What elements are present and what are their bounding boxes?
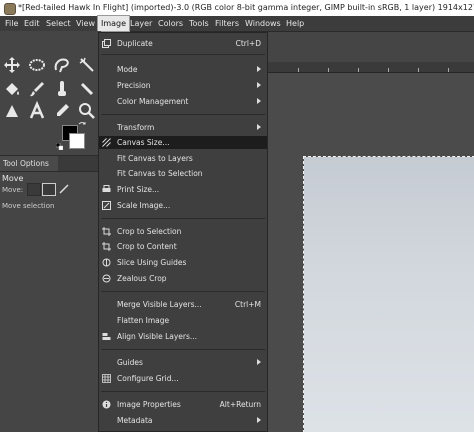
menu-separator: [101, 218, 265, 219]
move-selection-mode-icon[interactable]: [42, 183, 56, 196]
menu-item-color-management[interactable]: Color Management: [99, 95, 267, 108]
crop-icon: [102, 227, 111, 236]
menu-item-canvas-size[interactable]: Canvas Size...: [99, 136, 267, 149]
menu-filters[interactable]: Filters: [212, 16, 242, 31]
menu-item-print-size[interactable]: Print Size...: [99, 183, 267, 196]
menu-image[interactable]: Image: [96, 15, 131, 32]
image-canvas[interactable]: [303, 156, 474, 432]
gimp-logo-icon: [4, 3, 16, 15]
grid-icon: [102, 374, 111, 383]
menu-separator: [101, 54, 265, 55]
menu-windows[interactable]: Windows: [242, 16, 284, 31]
menu-view[interactable]: View: [73, 16, 98, 31]
smudge-icon[interactable]: [52, 79, 72, 99]
menu-item-mode[interactable]: Mode: [99, 63, 267, 76]
menu-item-metadata[interactable]: Metadata: [99, 414, 267, 427]
zealous-crop-icon: [102, 274, 111, 283]
menu-item-merge-visible-layers[interactable]: Merge Visible Layers... Ctrl+M: [99, 298, 267, 311]
menu-item-duplicate[interactable]: Duplicate Ctrl+D: [99, 37, 267, 50]
ellipse-select-icon[interactable]: [27, 55, 47, 75]
color-picker-icon[interactable]: [52, 101, 72, 121]
move-selection-label: Move selection: [2, 202, 55, 210]
menu-colors[interactable]: Colors: [155, 16, 186, 31]
menu-item-zealous-crop[interactable]: Zealous Crop: [99, 272, 267, 285]
scale-icon: [102, 201, 111, 210]
image-menu-dropdown: Duplicate Ctrl+D Mode Precision Color Ma…: [98, 32, 268, 432]
clone-icon[interactable]: [77, 79, 97, 99]
menu-edit[interactable]: Edit: [21, 16, 43, 31]
background-color-swatch[interactable]: [69, 133, 85, 149]
paintbrush-icon[interactable]: [27, 79, 47, 99]
title-bar: *[Red-tailed Hawk In Flight] (imported)-…: [0, 0, 474, 16]
menu-item-transform[interactable]: Transform: [99, 121, 267, 134]
menu-separator: [101, 391, 265, 392]
slice-icon: [102, 258, 111, 267]
menu-item-configure-grid[interactable]: Configure Grid...: [99, 372, 267, 385]
menu-bar: File Edit Select View Image Layer Colors…: [0, 15, 474, 32]
menu-item-flatten-image[interactable]: Flatten Image: [99, 314, 267, 327]
zoom-tool-icon[interactable]: [77, 101, 97, 121]
reset-colors-icon[interactable]: [56, 143, 63, 150]
window-title: *[Red-tailed Hawk In Flight] (imported)-…: [18, 3, 474, 12]
text-tool-icon[interactable]: [27, 101, 47, 121]
canvas-size-icon: [102, 138, 111, 147]
menu-help[interactable]: Help: [283, 16, 307, 31]
fuzzy-select-icon[interactable]: [77, 55, 97, 75]
info-icon: [102, 400, 111, 409]
free-select-icon[interactable]: [52, 55, 72, 75]
menu-separator: [101, 114, 265, 115]
tab-tool-options[interactable]: Tool Options: [0, 156, 58, 171]
dock-tab-bar: Tool Options: [0, 155, 101, 172]
path-tool-icon[interactable]: [2, 101, 22, 121]
submenu-arrow-icon: [257, 66, 261, 72]
menu-item-image-properties[interactable]: Image Properties Alt+Return: [99, 398, 267, 411]
menu-item-slice-using-guides[interactable]: Slice Using Guides: [99, 256, 267, 269]
menu-item-scale-image[interactable]: Scale Image...: [99, 199, 267, 212]
menu-item-fit-canvas-selection[interactable]: Fit Canvas to Selection: [99, 167, 267, 180]
swap-colors-icon[interactable]: [78, 121, 86, 129]
menu-item-guides[interactable]: Guides: [99, 356, 267, 369]
print-icon: [102, 185, 111, 192]
align-icon: [102, 333, 111, 340]
submenu-arrow-icon: [257, 124, 261, 130]
submenu-arrow-icon: [257, 417, 261, 423]
menu-item-precision[interactable]: Precision: [99, 79, 267, 92]
menu-separator: [101, 349, 265, 350]
move-path-mode-icon[interactable]: [58, 183, 70, 195]
move-layer-mode-icon[interactable]: [27, 183, 41, 196]
menu-item-fit-canvas-layers[interactable]: Fit Canvas to Layers: [99, 152, 267, 165]
bucket-fill-icon[interactable]: [2, 79, 22, 99]
submenu-arrow-icon: [257, 82, 261, 88]
submenu-arrow-icon: [257, 359, 261, 365]
submenu-arrow-icon: [257, 98, 261, 104]
menu-layer[interactable]: Layer: [127, 16, 155, 31]
duplicate-icon: [102, 39, 111, 48]
horizontal-ruler[interactable]: [268, 62, 474, 73]
menu-item-crop-to-selection[interactable]: Crop to Selection: [99, 225, 267, 238]
crop-content-icon: [102, 242, 111, 251]
menu-separator: [101, 291, 265, 292]
tool-options-title: Move: [2, 174, 24, 183]
move-tool-icon[interactable]: [2, 55, 22, 75]
menu-file[interactable]: File: [2, 16, 21, 31]
move-mode-label: Move:: [2, 186, 24, 194]
menu-select[interactable]: Select: [43, 16, 74, 31]
menu-item-align-visible-layers[interactable]: Align Visible Layers...: [99, 330, 267, 343]
menu-item-crop-to-content[interactable]: Crop to Content: [99, 240, 267, 253]
menu-tools[interactable]: Tools: [186, 16, 212, 31]
